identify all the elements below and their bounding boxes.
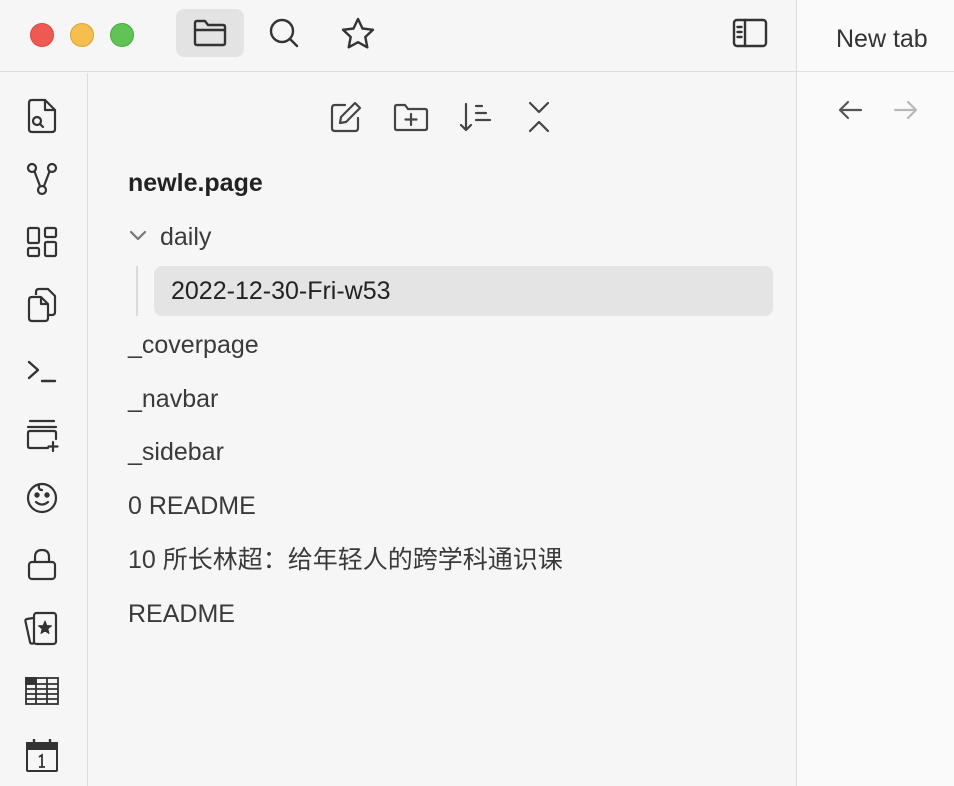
file-item[interactable]: 0 README bbox=[128, 481, 256, 531]
arrow-left-icon bbox=[838, 100, 863, 120]
file-item-label: 2022-12-30-Fri-w53 bbox=[171, 277, 391, 305]
file-explorer-tab-button[interactable] bbox=[176, 9, 244, 57]
navigate-forward-button[interactable] bbox=[890, 94, 922, 126]
terminal-icon bbox=[27, 360, 57, 383]
quick-switcher-button[interactable] bbox=[22, 96, 62, 136]
templates-button[interactable] bbox=[22, 285, 62, 325]
close-window-button[interactable] bbox=[30, 23, 54, 47]
vault-name[interactable]: newle.page bbox=[128, 158, 263, 208]
lock-button[interactable] bbox=[22, 544, 62, 584]
emoji-icon bbox=[26, 482, 58, 514]
arrow-right-icon bbox=[893, 100, 918, 120]
daily-note-button[interactable] bbox=[22, 735, 62, 775]
tab-title[interactable]: New tab bbox=[836, 25, 928, 54]
maximize-window-button[interactable] bbox=[110, 23, 134, 47]
new-note-button[interactable] bbox=[326, 97, 366, 137]
cards-icon bbox=[24, 611, 58, 646]
ribbon bbox=[0, 73, 88, 786]
table-icon bbox=[25, 677, 59, 705]
search-icon bbox=[269, 18, 299, 48]
sort-icon bbox=[459, 102, 492, 132]
lock-icon bbox=[27, 548, 57, 581]
new-folder-icon bbox=[393, 103, 429, 132]
folder-icon bbox=[193, 19, 227, 47]
flashcards-button[interactable] bbox=[22, 608, 62, 648]
search-tab-button[interactable] bbox=[250, 9, 318, 57]
star-icon bbox=[341, 17, 375, 49]
new-folder-button[interactable] bbox=[391, 97, 431, 137]
minimize-window-button[interactable] bbox=[70, 23, 94, 47]
graph-view-button[interactable] bbox=[22, 159, 62, 199]
slides-icon bbox=[26, 419, 59, 452]
file-item-selected[interactable]: 2022-12-30-Fri-w53 bbox=[154, 266, 773, 316]
canvas-icon bbox=[26, 226, 58, 258]
collapse-all-button[interactable] bbox=[519, 97, 559, 137]
file-item[interactable]: _navbar bbox=[128, 374, 218, 424]
bookmarks-tab-button[interactable] bbox=[324, 9, 392, 57]
table-button[interactable] bbox=[22, 671, 62, 711]
emoji-button[interactable] bbox=[22, 478, 62, 518]
new-note-icon bbox=[330, 101, 362, 133]
editor-pane: New tab bbox=[796, 0, 954, 786]
search-file-icon bbox=[27, 98, 57, 134]
file-item[interactable]: _coverpage bbox=[128, 320, 259, 370]
chevron-down-icon[interactable] bbox=[127, 224, 149, 246]
folder-daily[interactable]: daily bbox=[160, 212, 211, 262]
copy-icon bbox=[27, 287, 57, 323]
terminal-button[interactable] bbox=[22, 351, 62, 391]
tab-header[interactable]: New tab bbox=[797, 0, 954, 72]
file-item[interactable]: 10 所长林超：给年轻人的跨学科通识课 bbox=[128, 535, 563, 585]
file-item[interactable]: _sidebar bbox=[128, 427, 224, 477]
indent-guide bbox=[136, 266, 138, 316]
file-item[interactable]: README bbox=[128, 589, 235, 639]
canvas-button[interactable] bbox=[22, 222, 62, 262]
sidebar-toggle-icon bbox=[732, 18, 768, 48]
slides-button[interactable] bbox=[22, 415, 62, 455]
title-bar bbox=[0, 0, 796, 72]
collapse-all-icon bbox=[528, 101, 550, 133]
calendar-icon bbox=[26, 739, 58, 772]
toggle-sidebar-button[interactable] bbox=[716, 9, 784, 57]
graph-icon bbox=[26, 162, 58, 196]
file-explorer: newle.page daily 2022-12-30-Fri-w53 _cov… bbox=[89, 73, 796, 786]
navigate-back-button[interactable] bbox=[834, 94, 866, 126]
sort-button[interactable] bbox=[455, 97, 495, 137]
